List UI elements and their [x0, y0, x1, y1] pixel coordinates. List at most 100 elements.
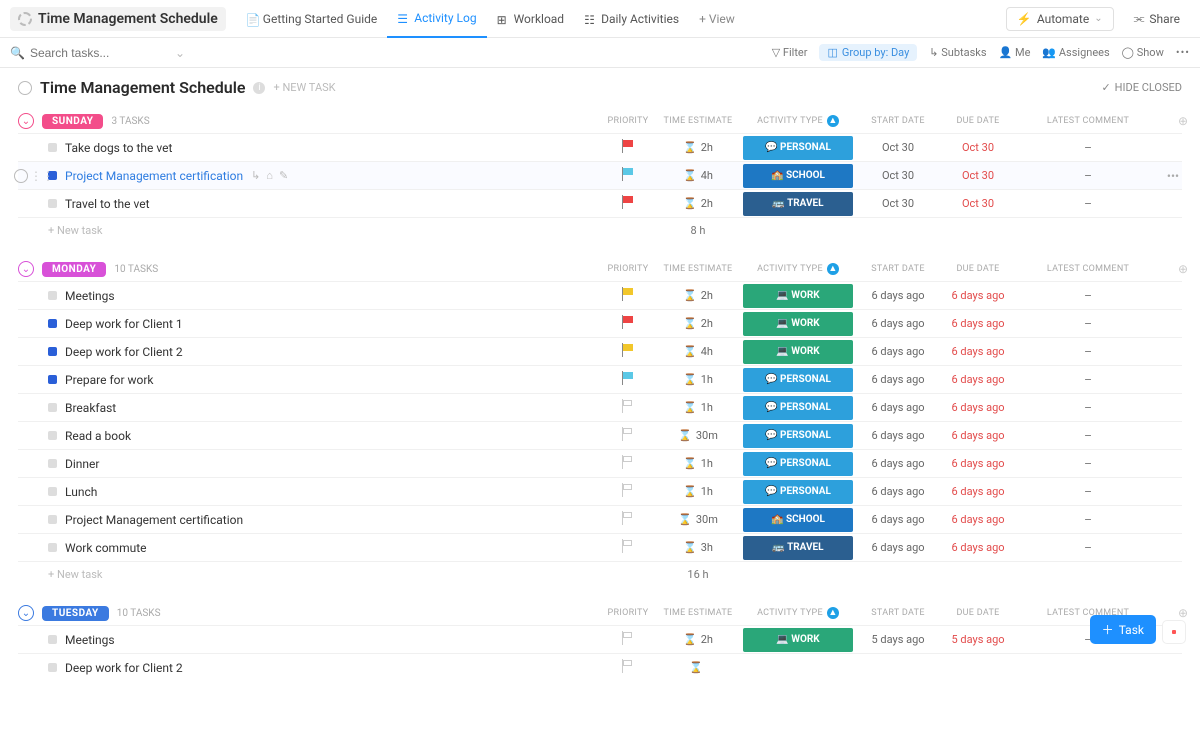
status-square[interactable] — [48, 319, 57, 328]
start-date-cell[interactable]: 6 days ago — [858, 289, 938, 302]
comment-cell[interactable]: – — [1018, 373, 1158, 387]
priority-cell[interactable] — [598, 371, 658, 388]
comment-cell[interactable]: – — [1018, 541, 1158, 555]
task-name[interactable]: Breakfast — [65, 401, 116, 415]
estimate-cell[interactable]: ⌛1h — [658, 485, 738, 498]
assignees-button[interactable]: 👥 Assignees — [1042, 46, 1109, 59]
activity-cell[interactable]: 💻 WORK — [738, 312, 858, 336]
due-date-cell[interactable]: 6 days ago — [938, 429, 1018, 442]
comment-cell[interactable]: – — [1018, 197, 1158, 211]
comment-cell[interactable]: – — [1018, 429, 1158, 443]
activity-chip[interactable]: 🚌 TRAVEL — [743, 192, 853, 216]
estimate-cell[interactable]: ⌛2h — [658, 141, 738, 154]
comment-cell[interactable]: – — [1018, 317, 1158, 331]
share-button[interactable]: ⫘ Share — [1124, 7, 1190, 30]
start-date-cell[interactable]: Oct 30 — [858, 141, 938, 154]
col-start[interactable]: START DATE — [858, 608, 938, 618]
task-name[interactable]: Read a book — [65, 429, 131, 443]
group-chip[interactable]: MONDAY — [42, 262, 106, 277]
estimate-cell[interactable]: ⌛1h — [658, 401, 738, 414]
task-name[interactable]: Prepare for work — [65, 373, 154, 387]
start-date-cell[interactable]: 6 days ago — [858, 485, 938, 498]
estimate-cell[interactable]: ⌛3h — [658, 541, 738, 554]
task-name[interactable]: Meetings — [65, 633, 115, 647]
estimate-cell[interactable]: ⌛2h — [658, 289, 738, 302]
task-row[interactable]: Project Management certification ⌛30m 🏫 … — [18, 505, 1182, 533]
group-chip[interactable]: SUNDAY — [42, 114, 103, 129]
task-name[interactable]: Work commute — [65, 541, 147, 555]
add-view-button[interactable]: + View — [689, 0, 745, 38]
comment-cell[interactable]: – — [1018, 513, 1158, 527]
search-input[interactable] — [30, 46, 170, 60]
status-square[interactable] — [48, 375, 57, 384]
space-title-chip[interactable]: Time Management Schedule — [10, 7, 226, 31]
estimate-cell[interactable]: ⌛2h — [658, 317, 738, 330]
start-date-cell[interactable]: 6 days ago — [858, 429, 938, 442]
group-by-chip[interactable]: ◫Group by: Day — [819, 44, 917, 61]
col-estimate[interactable]: TIME ESTIMATE — [658, 608, 738, 618]
estimate-cell[interactable]: ⌛2h — [658, 633, 738, 646]
activity-cell[interactable]: 🏫 SCHOOL — [738, 164, 858, 188]
filter-button[interactable]: ▽ Filter — [772, 46, 808, 59]
activity-cell[interactable]: 💬 PERSONAL — [738, 136, 858, 160]
priority-cell[interactable] — [598, 195, 658, 212]
add-column-button[interactable]: ⊕ — [1158, 262, 1188, 276]
activity-chip[interactable]: 🏫 SCHOOL — [743, 164, 853, 188]
estimate-cell[interactable]: ⌛1h — [658, 457, 738, 470]
task-row[interactable]: Take dogs to the vet ⌛2h 💬 PERSONAL Oct … — [18, 133, 1182, 161]
new-task-button[interactable]: + NEW TASK — [273, 81, 335, 94]
activity-cell[interactable]: 🏫 SCHOOL — [738, 508, 858, 532]
activity-chip[interactable]: 🏫 SCHOOL — [743, 508, 853, 532]
comment-cell[interactable]: – — [1018, 457, 1158, 471]
due-date-cell[interactable]: 6 days ago — [938, 345, 1018, 358]
info-icon[interactable]: i — [253, 82, 265, 94]
task-row[interactable]: Breakfast ⌛1h 💬 PERSONAL 6 days ago 6 da… — [18, 393, 1182, 421]
priority-cell[interactable] — [598, 315, 658, 332]
priority-cell[interactable] — [598, 659, 658, 676]
activity-cell[interactable]: 🚌 TRAVEL — [738, 536, 858, 560]
col-priority[interactable]: PRIORITY — [598, 608, 658, 618]
col-priority[interactable]: PRIORITY — [598, 116, 658, 126]
start-date-cell[interactable]: 6 days ago — [858, 457, 938, 470]
estimate-cell[interactable]: ⌛ — [658, 661, 738, 674]
estimate-cell[interactable]: ⌛4h — [658, 169, 738, 182]
activity-chip[interactable]: 💬 PERSONAL — [743, 452, 853, 476]
priority-cell[interactable] — [598, 539, 658, 556]
status-square[interactable] — [48, 347, 57, 356]
col-comment[interactable]: LATEST COMMENT — [1018, 264, 1158, 274]
start-date-cell[interactable]: 6 days ago — [858, 513, 938, 526]
estimate-cell[interactable]: ⌛30m — [658, 429, 738, 442]
activity-chip[interactable]: 💻 WORK — [743, 628, 853, 652]
status-square[interactable] — [48, 515, 57, 524]
activity-chip[interactable]: 💻 WORK — [743, 312, 853, 336]
priority-cell[interactable] — [598, 343, 658, 360]
chevron-down-icon[interactable]: ⌄ — [175, 46, 185, 60]
col-estimate[interactable]: TIME ESTIMATE — [658, 116, 738, 126]
due-date-cell[interactable]: 6 days ago — [938, 513, 1018, 526]
start-date-cell[interactable]: 6 days ago — [858, 317, 938, 330]
task-row[interactable]: Prepare for work ⌛1h 💬 PERSONAL 6 days a… — [18, 365, 1182, 393]
task-row[interactable]: Meetings ⌛2h 💻 WORK 5 days ago 5 days ag… — [18, 625, 1182, 653]
tab-workload[interactable]: ⊞Workload — [487, 0, 575, 38]
col-start[interactable]: START DATE — [858, 116, 938, 126]
activity-chip[interactable]: 💻 WORK — [743, 284, 853, 308]
task-row[interactable]: Meetings ⌛2h 💻 WORK 6 days ago 6 days ag… — [18, 281, 1182, 309]
new-task-row[interactable]: + New task — [18, 224, 598, 237]
activity-chip[interactable]: 💬 PERSONAL — [743, 136, 853, 160]
add-column-button[interactable]: ⊕ — [1158, 606, 1188, 620]
subtask-icon[interactable]: ↳ — [251, 169, 260, 182]
status-square[interactable] — [48, 487, 57, 496]
activity-cell[interactable]: 💬 PERSONAL — [738, 480, 858, 504]
task-row[interactable]: Deep work for Client 2 ⌛ — [18, 653, 1182, 681]
activity-chip[interactable]: 💬 PERSONAL — [743, 424, 853, 448]
priority-cell[interactable] — [598, 287, 658, 304]
due-date-cell[interactable]: 5 days ago — [938, 633, 1018, 646]
start-date-cell[interactable]: 6 days ago — [858, 401, 938, 414]
col-activity[interactable]: ACTIVITY TYPE▲ — [738, 115, 858, 127]
me-button[interactable]: 👤 Me — [999, 46, 1031, 59]
task-name[interactable]: Lunch — [65, 485, 97, 499]
activity-cell[interactable]: 💬 PERSONAL — [738, 452, 858, 476]
activity-cell[interactable]: 🚌 TRAVEL — [738, 192, 858, 216]
activity-cell[interactable]: 💬 PERSONAL — [738, 396, 858, 420]
hide-closed-button[interactable]: ✓ HIDE CLOSED — [1101, 81, 1182, 94]
